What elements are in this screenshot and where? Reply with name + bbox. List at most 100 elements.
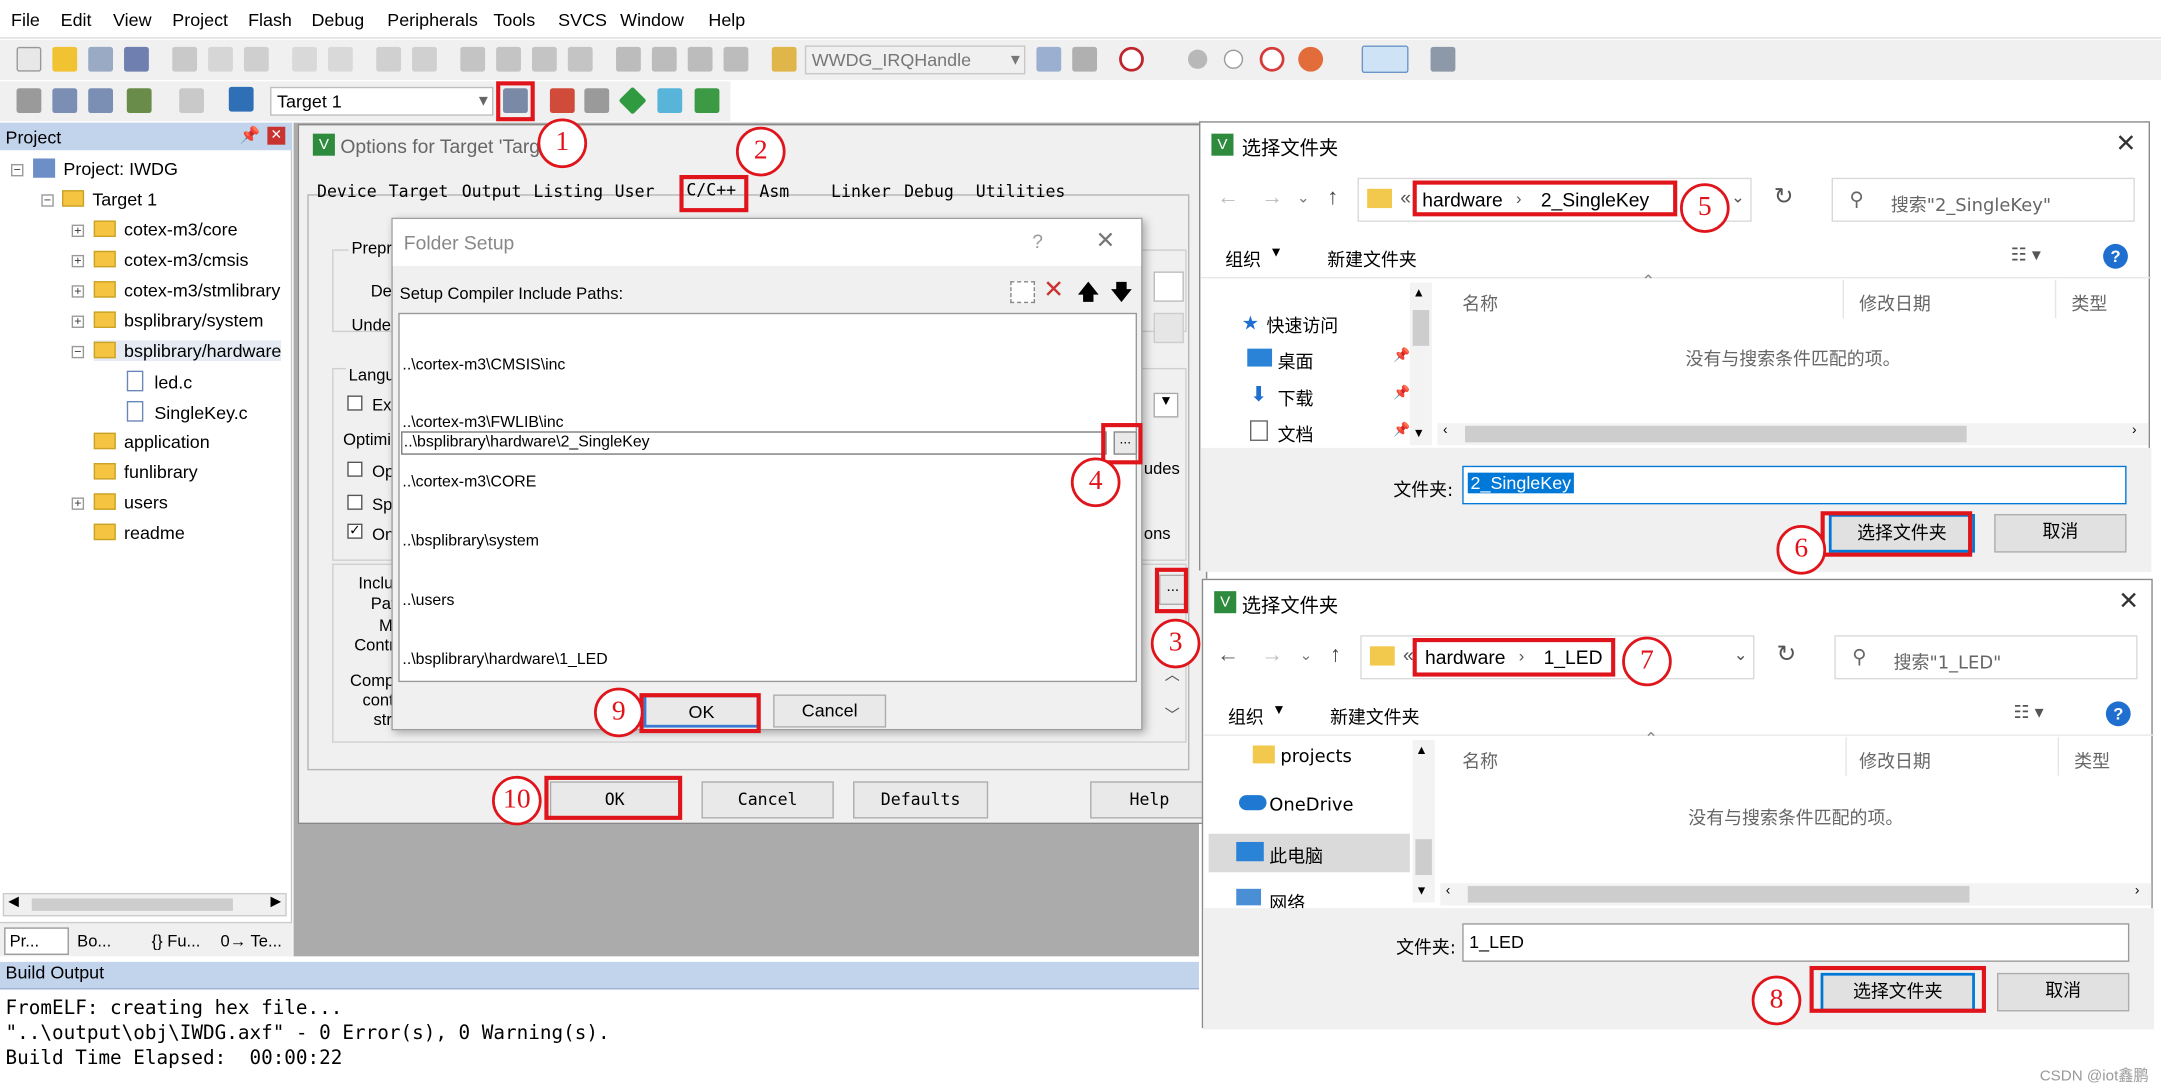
tree-group[interactable]: bsplibrary/system (93, 310, 264, 331)
tab-debug[interactable]: Debug (904, 182, 954, 201)
pin-icon[interactable]: 📌 (1393, 349, 1410, 364)
nav-scrollbar[interactable]: ▲ ▼ (1409, 282, 1432, 446)
view-options-icon[interactable]: ☷ ▾ (2011, 244, 2041, 266)
execute-only-checkbox[interactable] (347, 395, 363, 411)
find-in-files-icon[interactable] (771, 46, 797, 72)
menu-peripherals[interactable]: Peripherals (387, 10, 478, 31)
delete-icon[interactable]: ✕ (1043, 276, 1064, 305)
scroll-thumb[interactable] (31, 898, 233, 911)
stop-build-icon[interactable] (179, 88, 204, 113)
tree-root[interactable]: Project: IWDG (33, 158, 178, 179)
up-arrow-icon[interactable]: ↑ (1330, 644, 1341, 669)
menu-project[interactable]: Project (172, 10, 228, 31)
breakpoint-icon[interactable] (1187, 49, 1208, 69)
chevron-down-icon[interactable]: ﹀ (1165, 704, 1180, 726)
redo-icon[interactable] (328, 46, 353, 72)
save-icon[interactable] (88, 46, 114, 72)
tab-asm[interactable]: Asm (759, 182, 789, 201)
pin-icon[interactable]: 📌 (1393, 386, 1410, 401)
up-arrow-icon[interactable]: ↑ (1327, 186, 1338, 211)
nav-onedrive[interactable]: OneDrive (1269, 795, 1353, 816)
rebuild-icon[interactable] (88, 88, 114, 113)
close-icon[interactable]: ✕ (2116, 130, 2137, 159)
pack-installer-icon[interactable] (657, 88, 683, 113)
move-down-icon[interactable]: 🡇 (1111, 278, 1132, 312)
content-hscrollbar[interactable]: ‹ › (1440, 883, 2152, 906)
comment-icon[interactable] (687, 46, 713, 72)
tree-file[interactable]: SingleKey.c (126, 400, 248, 423)
scroll-up-icon[interactable]: ▲ (1415, 743, 1427, 757)
batch-build-icon[interactable] (126, 88, 152, 113)
column-date[interactable]: 修改日期 (1859, 289, 1931, 316)
tree-group[interactable]: cotex-m3/core (93, 219, 238, 240)
chevron-down-icon[interactable]: ▼ (1153, 392, 1179, 418)
menu-tools[interactable]: Tools (493, 10, 535, 31)
chevron-down-icon[interactable]: ⌄ (1731, 187, 1745, 206)
nav-documents[interactable]: 文档 (1278, 420, 1314, 447)
path-item[interactable]: ..\cortex-m3\CMSIS\inc (402, 355, 607, 375)
scroll-right-icon[interactable]: › (2132, 423, 2137, 438)
tree-group[interactable]: application (93, 431, 210, 452)
close-icon[interactable]: ✕ (1096, 227, 1116, 255)
chevron-down-icon[interactable]: ⌄ (1734, 645, 1748, 664)
move-up-icon[interactable]: 🡅 (1078, 278, 1099, 312)
scroll-thumb[interactable] (1467, 886, 1970, 903)
optimize-time-checkbox[interactable] (347, 461, 363, 477)
indent-icon[interactable] (616, 46, 641, 72)
scroll-thumb[interactable] (1415, 839, 1432, 876)
tab-target[interactable]: Target (389, 182, 449, 201)
expand-icon[interactable]: + (71, 315, 85, 328)
options-help-button[interactable]: Help (1090, 781, 1209, 819)
tree-group[interactable]: readme (93, 522, 185, 543)
menu-file[interactable]: File (11, 10, 40, 31)
forward-arrow-icon[interactable]: → (1261, 644, 1283, 669)
manage-components-icon[interactable] (549, 88, 575, 113)
tab-books[interactable]: Bo... (77, 932, 111, 951)
nav-this-pc[interactable]: 此电脑 (1269, 842, 1323, 868)
tab-templates[interactable]: 0→ Te... (221, 932, 282, 951)
path-edit-field[interactable]: ..\bsplibrary\hardware\2_SingleKey (401, 431, 1107, 455)
scroll-thumb[interactable] (1465, 425, 1967, 443)
menu-debug[interactable]: Debug (311, 10, 364, 31)
content-hscrollbar[interactable]: ‹ › (1437, 423, 2149, 446)
tab-user[interactable]: User (615, 182, 655, 201)
configure-icon[interactable] (1430, 46, 1456, 72)
organize-menu[interactable]: 组织 (1225, 245, 1261, 272)
tab-output[interactable]: Output (462, 182, 522, 201)
open-file-icon[interactable] (52, 46, 78, 72)
folder-name-input[interactable]: 2_SingleKey (1462, 465, 2127, 505)
organize-menu[interactable]: 组织 (1228, 703, 1264, 729)
target-combo[interactable]: Target 1 ▾ (270, 86, 494, 116)
paste-icon[interactable] (243, 46, 269, 72)
view-options-icon[interactable]: ☷ ▾ (2014, 701, 2044, 723)
folder-name-input[interactable]: 1_LED (1462, 923, 2130, 962)
split-sections-checkbox[interactable] (347, 494, 363, 510)
close-icon[interactable]: ✕ (267, 126, 286, 145)
back-arrow-icon[interactable]: ← (1217, 644, 1239, 669)
unindent-icon[interactable] (651, 46, 677, 72)
column-name[interactable]: 名称 (1462, 289, 1498, 316)
path-item[interactable]: ..\bsplibrary\hardware\1_LED (402, 650, 607, 670)
tab-device[interactable]: Device (317, 182, 377, 201)
path-item[interactable]: ..\bsplibrary\system (402, 532, 607, 552)
replace-icon[interactable] (1072, 46, 1098, 72)
translate-icon[interactable] (16, 88, 42, 113)
chevron-down-icon[interactable]: ▼ (1269, 245, 1283, 260)
help-icon[interactable]: ? (1032, 230, 1043, 252)
help-icon[interactable]: ? (2105, 701, 2131, 727)
nav-projects[interactable]: projects (1280, 747, 1352, 768)
undefine-field[interactable] (1153, 312, 1184, 344)
tree-target[interactable]: Target 1 (62, 189, 157, 209)
search-box[interactable]: ⚲ 搜索"1_LED" (1834, 635, 2138, 680)
copy-icon[interactable] (208, 46, 233, 72)
scroll-down-icon[interactable]: ▼ (1413, 426, 1425, 440)
horizontal-scrollbar[interactable]: ◀ ▶ (2, 892, 287, 917)
save-all-icon[interactable] (124, 46, 149, 72)
scroll-thumb[interactable] (1412, 310, 1430, 346)
bookmark-next-icon[interactable] (531, 46, 557, 72)
nav-back-icon[interactable] (376, 46, 402, 72)
tree-group[interactable]: cotex-m3/stmlibrary (93, 280, 281, 300)
folder-setup-cancel-button[interactable]: Cancel (773, 694, 887, 728)
find-icon[interactable] (1036, 46, 1062, 72)
breakpoint-kill-all-icon[interactable] (1298, 46, 1324, 72)
